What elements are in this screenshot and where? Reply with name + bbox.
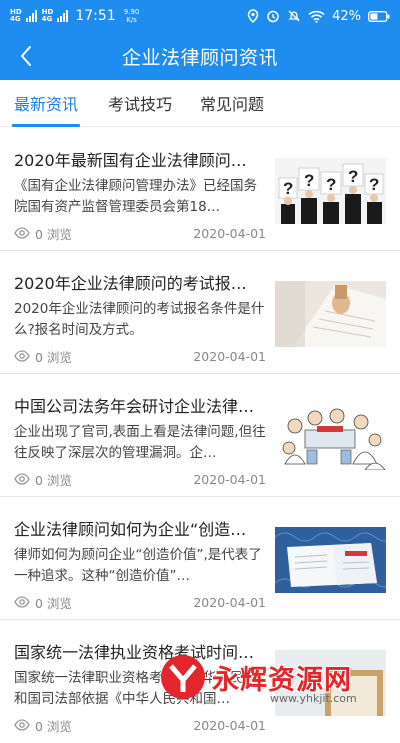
signal-2-label: 4G	[41, 15, 53, 23]
tab-bar: 最新资讯 考试技巧 常见问题	[0, 80, 400, 127]
view-count: 0 浏览	[35, 595, 72, 611]
question-marks-image: ?????	[275, 158, 386, 224]
mute-icon	[288, 10, 300, 22]
article-meta: 0 浏览 2020-04-01	[14, 224, 266, 242]
watermark-url: www.yhkjit.com	[270, 692, 357, 705]
signal-bars-icon	[25, 10, 37, 22]
article-summary: 2020年企业法律顾问的考试报名条件是什么?报名时间及方式。	[14, 301, 265, 338]
signal-1-label: 4G	[10, 15, 21, 23]
wifi-icon	[308, 10, 325, 23]
publish-date: 2020-04-01	[193, 471, 266, 487]
publish-date: 2020-04-01	[193, 225, 266, 241]
article-meta: 0 浏览 2020-04-01	[14, 593, 266, 611]
header-bar: 企业法律顾问资讯	[0, 32, 400, 80]
list-item[interactable]: 2020年最新国有企业法律顾问… 《国有企业法律顾问管理办法》已经国务院国有资产…	[0, 128, 400, 251]
article-title: 企业法律顾问如何为企业“创造…	[14, 520, 247, 539]
svg-text:?: ?	[283, 179, 293, 198]
publish-date: 2020-04-01	[193, 717, 266, 733]
article-meta: 0 浏览 2020-04-01	[14, 347, 266, 365]
article-meta: 0 浏览 2020-04-01	[14, 470, 266, 488]
network-speed-unit: K/s	[126, 16, 137, 24]
battery-percent: 42%	[332, 8, 361, 24]
publish-date: 2020-04-01	[193, 594, 266, 610]
list-item[interactable]: 企业法律顾问如何为企业“创造… 律师如何为顾问企业“创造价值”,是代表了一种追求…	[0, 497, 400, 620]
watermark-text: 永辉资源网	[212, 664, 352, 696]
tab-faq[interactable]: 常见问题	[200, 80, 264, 127]
eye-icon	[14, 227, 30, 239]
view-count: 0 浏览	[35, 226, 72, 242]
list-item[interactable]: 中国公司法务年会研讨企业法律… 企业出现了官司,表面上看是法律问题,但往往反映了…	[0, 374, 400, 497]
status-time: 17:51	[75, 8, 116, 24]
view-count: 0 浏览	[35, 472, 72, 488]
article-summary: 律师如何为顾问企业“创造价值”,是代表了一种追求。这种“创造价值”…	[14, 547, 262, 584]
location-icon	[247, 9, 259, 23]
cartoon-meeting-image	[275, 404, 386, 470]
view-count: 0 浏览	[35, 718, 72, 734]
list-item[interactable]: 2020年企业法律顾问的考试报… 2020年企业法律顾问的考试报名条件是什么?报…	[0, 251, 400, 374]
article-title: 中国公司法务年会研讨企业法律…	[14, 397, 255, 416]
chevron-left-icon	[21, 46, 31, 66]
article-title: 2020年最新国有企业法律顾问…	[14, 151, 247, 170]
article-meta: 0 浏览 2020-04-01	[14, 716, 266, 734]
eye-icon	[14, 596, 30, 608]
eye-icon	[14, 473, 30, 485]
tab-exam-tips[interactable]: 考试技巧	[108, 80, 172, 127]
network-speed-value: 9.90	[123, 8, 140, 16]
svg-text:?: ?	[304, 171, 314, 190]
signal-indicator-1: HD 4G	[10, 9, 22, 23]
network-speed: 9.90 K/s	[124, 8, 140, 24]
watermark-logo	[161, 655, 205, 699]
battery-icon	[368, 10, 390, 22]
tab-latest-news[interactable]: 最新资讯	[11, 80, 81, 127]
eye-icon	[14, 719, 30, 731]
signal-bars-icon	[57, 10, 69, 22]
view-count: 0 浏览	[35, 349, 72, 365]
article-title: 2020年企业法律顾问的考试报…	[14, 274, 247, 293]
status-bar: HD 4G HD 4G 17:51 9.90 K/s 42%	[0, 0, 400, 32]
page-title: 企业法律顾问资讯	[121, 46, 278, 69]
article-summary: 企业出现了官司,表面上看是法律问题,但往往反映了深层次的管理漏洞。企…	[14, 424, 266, 461]
back-button[interactable]	[10, 40, 42, 72]
signing-document-image	[275, 281, 386, 347]
publish-date: 2020-04-01	[193, 348, 266, 364]
watermark: 永辉资源网 www.yhkjit.com	[158, 648, 396, 706]
svg-text:?: ?	[369, 175, 379, 194]
eye-icon	[14, 350, 30, 362]
alarm-icon	[267, 10, 279, 23]
book-on-desk-image	[275, 527, 386, 593]
signal-indicator-2: HD 4G	[42, 9, 54, 23]
svg-text:?: ?	[348, 167, 358, 186]
svg-text:?: ?	[326, 175, 336, 194]
article-summary: 《国有企业法律顾问管理办法》已经国务院国有资产监督管理委员会第18…	[14, 178, 257, 215]
